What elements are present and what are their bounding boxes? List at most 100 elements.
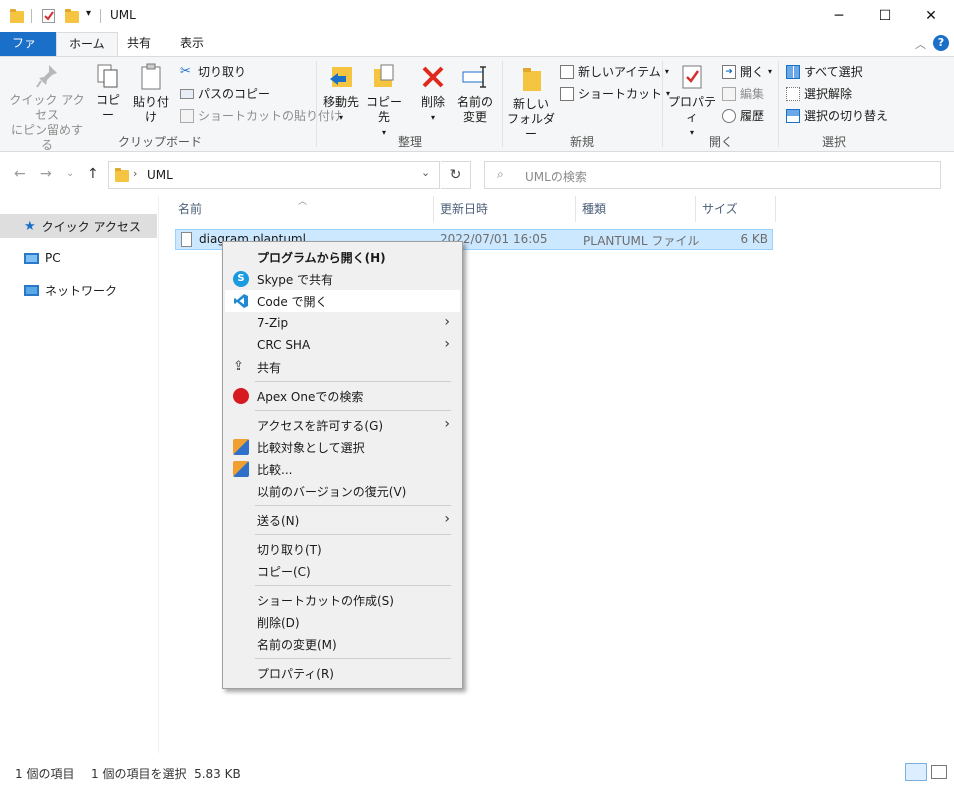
back-arrow-icon[interactable]: ← xyxy=(14,166,26,182)
tab-view[interactable]: 表示 xyxy=(168,32,216,56)
copy-label: コピー xyxy=(95,93,120,122)
forward-arrow-icon[interactable]: → xyxy=(40,166,52,182)
dropdown-arrow-icon: ▾ xyxy=(338,113,343,122)
nav-quick-access[interactable]: ★ クイック アクセス xyxy=(0,214,157,238)
menu-restore-previous[interactable]: 以前のバージョンの復元(V) xyxy=(225,480,460,502)
menu-cut-label: 切り取り(T) xyxy=(257,542,322,557)
menu-open-with[interactable]: プログラムから開く(H) xyxy=(225,246,460,268)
cut-label: 切り取り xyxy=(198,65,247,79)
menu-properties[interactable]: プロパティ(R) xyxy=(225,662,460,684)
paste-shortcut-button[interactable]: ショートカットの貼り付け xyxy=(180,107,342,124)
ribbon-collapse-icon[interactable]: ︿ xyxy=(915,36,926,52)
column-modified[interactable]: 更新日時 xyxy=(434,196,576,222)
easy-access-button[interactable]: ショートカット ▾ xyxy=(560,85,670,102)
invert-selection-button[interactable]: 選択の切り替え xyxy=(786,107,888,124)
search-box[interactable]: ⌕ UMLの検索 xyxy=(484,161,941,189)
select-group-label: 選択 xyxy=(821,135,846,149)
menu-grant-access[interactable]: アクセスを許可する(G) › xyxy=(225,414,460,436)
select-all-button[interactable]: すべて選択 xyxy=(786,63,863,80)
menu-copy[interactable]: コピー(C) xyxy=(225,560,460,582)
menu-separator xyxy=(255,534,451,535)
menu-delete[interactable]: 削除(D) xyxy=(225,611,460,633)
large-icons-view-icon[interactable] xyxy=(931,765,947,779)
menu-skype-share[interactable]: S Skype で共有 xyxy=(225,268,460,290)
nav-pc[interactable]: PC xyxy=(0,246,157,270)
file-size: 6 KB xyxy=(740,232,768,246)
menu-create-shortcut[interactable]: ショートカットの作成(S) xyxy=(225,589,460,611)
qa-dropdown-icon[interactable]: ▾ xyxy=(86,8,91,19)
copy-path-button[interactable]: パスのコピー xyxy=(180,85,270,102)
pin-label-1: クイック アクセス xyxy=(9,93,85,122)
select-none-button[interactable]: 選択解除 xyxy=(786,85,852,102)
new-item-icon xyxy=(560,64,574,79)
paste-shortcut-icon xyxy=(180,108,194,123)
properties-icon xyxy=(682,65,702,89)
column-size[interactable]: サイズ xyxy=(696,196,776,222)
move-to-button[interactable]: 移動先 ▾ xyxy=(320,63,362,125)
edit-icon xyxy=(722,86,736,101)
menu-code-open[interactable]: Code で開く xyxy=(225,290,460,312)
menu-properties-label: プロパティ(R) xyxy=(257,666,334,681)
tab-home[interactable]: ホーム xyxy=(56,32,118,56)
cut-button[interactable]: ✂ 切り取り xyxy=(180,63,246,80)
rename-button[interactable]: 名前の 変更 xyxy=(456,63,494,125)
tab-share[interactable]: 共有 xyxy=(115,32,163,56)
menu-send-to[interactable]: 送る(N) › xyxy=(225,509,460,531)
compare-icon xyxy=(233,439,249,455)
share-icon: ⇪ xyxy=(233,359,244,374)
rename-icon xyxy=(462,66,486,88)
close-button[interactable]: ✕ xyxy=(908,0,954,32)
submenu-arrow-icon: › xyxy=(444,314,450,330)
new-folder-quick-icon[interactable] xyxy=(65,9,79,23)
copy-button[interactable]: コピー xyxy=(92,63,124,123)
rename-label-1: 名前の xyxy=(456,95,493,109)
history-button[interactable]: 履歴 xyxy=(722,107,764,124)
copy-to-label: コピー先 xyxy=(365,95,402,124)
details-view-icon[interactable] xyxy=(905,763,927,781)
menu-compare-label: 比較... xyxy=(257,462,293,477)
address-bar[interactable]: › UML ⌄ xyxy=(108,161,440,189)
menu-skype-share-label: Skype で共有 xyxy=(257,272,334,287)
select-none-icon xyxy=(786,86,800,101)
properties-button[interactable]: プロパティ ▾ xyxy=(666,63,718,140)
edit-button[interactable]: 編集 xyxy=(722,85,764,102)
menu-rename[interactable]: 名前の変更(M) xyxy=(225,633,460,655)
menu-separator xyxy=(255,505,451,506)
recent-locations-icon[interactable]: ⌄ xyxy=(66,168,74,179)
menu-crc-sha[interactable]: CRC SHA › xyxy=(225,334,460,356)
properties-quick-icon[interactable] xyxy=(42,9,55,23)
menu-compare[interactable]: 比較... xyxy=(225,458,460,480)
history-label: 履歴 xyxy=(740,109,765,123)
up-arrow-icon[interactable]: ↑ xyxy=(87,166,99,182)
menu-share-label: 共有 xyxy=(257,360,282,375)
shortcut-label: ショートカット xyxy=(578,87,663,101)
menu-7zip[interactable]: 7-Zip › xyxy=(225,312,460,334)
move-to-icon xyxy=(330,67,352,87)
menu-select-compare[interactable]: 比較対象として選択 xyxy=(225,436,460,458)
menu-share[interactable]: ⇪ 共有 xyxy=(225,356,460,378)
column-name[interactable]: 名前 xyxy=(172,196,434,222)
maximize-button[interactable]: ☐ xyxy=(862,0,908,32)
tab-file[interactable]: ファイル xyxy=(0,32,56,72)
breadcrumb-uml[interactable]: UML xyxy=(147,168,173,182)
new-item-button[interactable]: 新しいアイテム ▾ xyxy=(560,63,669,80)
minimize-button[interactable]: ─ xyxy=(816,0,862,32)
menu-cut[interactable]: 切り取り(T) xyxy=(225,538,460,560)
pin-quick-access-button[interactable]: クイック アクセス にピン留めする xyxy=(6,63,88,153)
address-dropdown-icon[interactable]: ⌄ xyxy=(421,166,430,179)
column-type[interactable]: 種類 xyxy=(576,196,696,222)
delete-button[interactable]: 削除 ▾ xyxy=(416,63,450,125)
invert-selection-icon xyxy=(786,108,800,123)
paste-button[interactable]: 貼り付け xyxy=(128,63,174,125)
path-icon xyxy=(180,88,194,99)
menu-separator xyxy=(255,410,451,411)
open-button[interactable]: ➜ 開く ▾ xyxy=(722,63,772,80)
help-icon[interactable]: ? xyxy=(933,35,949,51)
new-folder-button[interactable]: 新しい フォルダー xyxy=(506,63,556,142)
menu-separator xyxy=(255,381,451,382)
copy-to-button[interactable]: コピー先 ▾ xyxy=(364,63,404,140)
paste-label: 貼り付け xyxy=(132,95,169,124)
menu-apex-one[interactable]: Apex Oneでの検索 xyxy=(225,385,460,407)
refresh-button[interactable]: ↻ xyxy=(441,161,471,189)
nav-network[interactable]: ネットワーク xyxy=(0,278,157,302)
